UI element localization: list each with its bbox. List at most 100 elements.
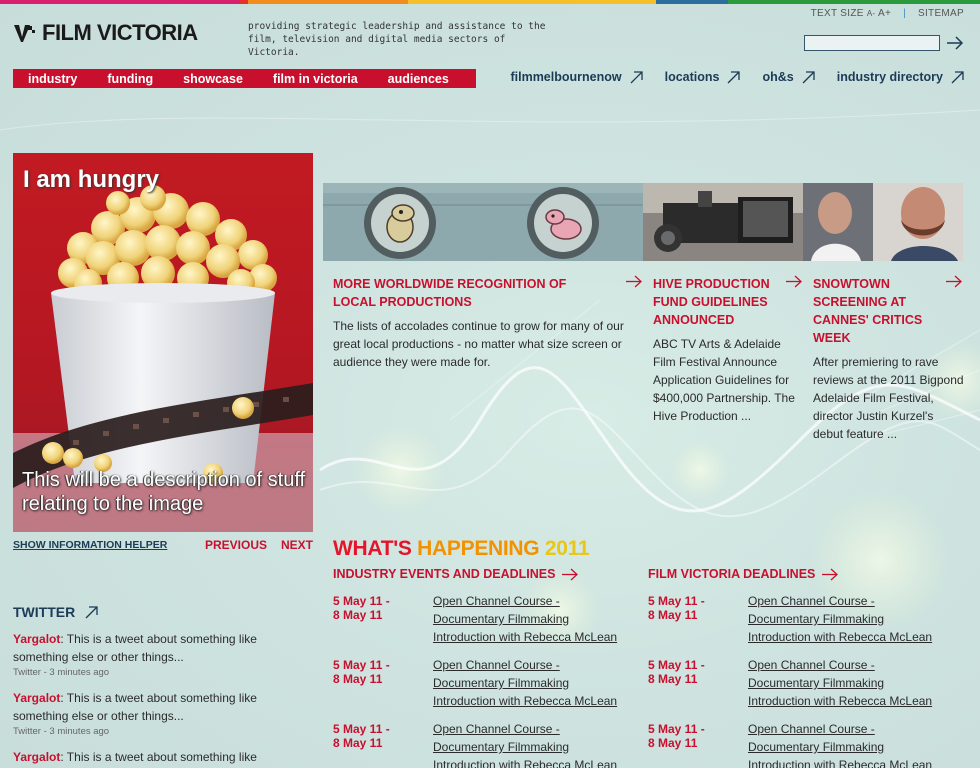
film-victoria-logo[interactable]: FILM VICTORIA [14,20,198,46]
whats-happening-title: WHAT'S HAPPENING 2011 [333,537,590,561]
event-date-start: 5 May 11 - [648,658,705,672]
event-date: 5 May 11 -8 May 11 [648,658,748,722]
hero-feature[interactable]: I am hungry This will be a description o… [13,153,313,532]
previous-button[interactable]: PREVIOUS [205,538,267,552]
actors-image [803,183,963,261]
news-image-camera[interactable] [643,183,803,261]
arrow-right-icon[interactable] [946,275,962,288]
utility-bar: TEXT SIZE A- A+ | SITEMAP [811,8,964,19]
tweet-text-line: Yargalot: This is a tweet about somethin… [13,748,293,766]
twitter-title: TWITTER [13,604,76,620]
external-arrow-icon [802,70,815,83]
whats-happening-part2: HAPPENING [417,537,540,560]
news-item[interactable]: SNOWTOWN SCREENING AT CANNES' CRITICS WE… [813,275,965,443]
nav-showcase[interactable]: showcase [168,72,258,86]
news-item[interactable]: MORE WORLDWIDE RECOGNITION OF LOCAL PROD… [333,275,648,371]
event-title-link[interactable]: Open Channel Course - Documentary Filmma… [433,720,628,768]
text-larger-button[interactable]: A+ [878,8,891,19]
external-arrow-icon [85,605,98,618]
text-size-control: TEXT SIZE A- A+ [811,8,891,19]
tweet-user-link[interactable]: Yargalot [13,750,60,764]
whats-happening-part1: WHAT'S [333,537,412,560]
event-title-link[interactable]: Open Channel Course - Documentary Filmma… [748,592,943,658]
text-smaller-button[interactable]: A- [867,9,876,18]
tweet-user-link[interactable]: Yargalot [13,632,60,646]
event-date-start: 5 May 11 - [333,658,390,672]
external-arrow-icon [630,70,643,83]
arrow-right-icon[interactable] [626,275,642,288]
industry-events-heading[interactable]: INDUSTRY EVENTS AND DEADLINES [333,567,579,581]
sitemap-link[interactable]: SITEMAP [918,8,964,19]
search-input[interactable] [804,35,940,51]
twitter-header[interactable]: TWITTER [13,604,98,620]
news-body: ABC TV Arts & Adelaide Film Festival Ann… [653,337,795,423]
film-camera-image [643,183,803,261]
news-title[interactable]: SNOWTOWN SCREENING AT CANNES' CRITICS WE… [813,275,938,347]
show-information-helper-link[interactable]: SHOW INFORMATION HELPER [13,539,167,551]
nav-filmmelbournenow[interactable]: filmmelbournenow [510,70,643,84]
event-row: 5 May 11 -8 May 11 Open Channel Course -… [648,658,948,722]
tweet-text-line: Yargalot: This is a tweet about somethin… [13,689,293,725]
event-date-end: 8 May 11 [648,672,698,686]
hero-controls: SHOW INFORMATION HELPER PREVIOUS NEXT [13,538,313,552]
fv-deadlines-list: 5 May 11 -8 May 11 Open Channel Course -… [648,594,948,768]
nav-locations[interactable]: locations [665,70,741,84]
nav-ohs[interactable]: oh&s [762,70,815,84]
event-title-link[interactable]: Open Channel Course - Documentary Filmma… [748,656,943,722]
event-date-start: 5 May 11 - [333,594,390,608]
utility-separator: | [903,8,906,19]
event-row: 5 May 11 -8 May 11 Open Channel Course -… [648,594,948,658]
nav-film-in-victoria[interactable]: film in victoria [258,72,373,86]
tweet-item: Yargalot: This is a tweet about somethin… [13,748,293,766]
news-image-cartoon[interactable] [323,183,643,261]
tweet-text: : This is a tweet about something like [60,750,257,764]
event-row: 5 May 11 -8 May 11 Open Channel Course -… [333,658,633,722]
nav-locations-label: locations [664,70,720,84]
event-row: 5 May 11 -8 May 11 Open Channel Course -… [333,594,633,658]
logo-text: FILM VICTORIA [42,20,198,45]
event-date: 5 May 11 -8 May 11 [333,594,433,658]
event-title-link[interactable]: Open Channel Course - Documentary Filmma… [748,720,943,768]
news-image-actors[interactable] [803,183,963,261]
external-arrow-icon [951,70,964,83]
news-title[interactable]: HIVE PRODUCTION FUND GUIDELINES ANNOUNCE… [653,275,778,329]
event-date-end: 8 May 11 [648,608,698,622]
event-title-link[interactable]: Open Channel Course - Documentary Filmma… [433,592,628,658]
text-size-label: TEXT SIZE [810,8,864,19]
tweet-item: Yargalot: This is a tweet about somethin… [13,689,293,737]
nav-industry-directory-label: industry directory [836,70,943,84]
event-date-start: 5 May 11 - [648,594,705,608]
event-date: 5 May 11 -8 May 11 [333,722,433,768]
fv-deadlines-heading[interactable]: FILM VICTORIA DEADLINES [648,567,839,581]
nav-audiences[interactable]: audiences [373,72,464,86]
arrow-right-icon[interactable] [786,275,802,288]
nav-ohs-label: oh&s [762,70,794,84]
arrow-right-icon [822,568,839,580]
hero-pagination: PREVIOUS NEXT [205,538,313,552]
nav-funding[interactable]: funding [92,72,168,86]
event-date-end: 8 May 11 [333,672,383,686]
industry-events-list: 5 May 11 -8 May 11 Open Channel Course -… [333,594,633,768]
search-submit-icon[interactable] [946,34,964,52]
nav-industry[interactable]: industry [13,72,92,86]
event-title-link[interactable]: Open Channel Course - Documentary Filmma… [433,656,628,722]
next-button[interactable]: NEXT [281,538,313,552]
whats-happening-part3: 2011 [544,537,590,560]
news-images [323,183,963,261]
news-body: The lists of accolades continue to grow … [333,319,624,369]
nav-industry-directory[interactable]: industry directory [837,70,964,84]
event-date-end: 8 May 11 [648,736,698,750]
secondary-nav: filmmelbournenow locations oh&s industry… [510,70,964,84]
news-body: After premiering to rave reviews at the … [813,355,964,441]
top-color-strip [0,0,980,4]
external-arrow-icon [728,70,741,83]
tweet-user-link[interactable]: Yargalot [13,691,60,705]
main-nav: industry funding showcase film in victor… [13,69,476,88]
news-item[interactable]: HIVE PRODUCTION FUND GUIDELINES ANNOUNCE… [653,275,803,425]
hero-description: This will be a description of stuff rela… [22,469,306,515]
nav-filmmelbournenow-label: filmmelbournenow [510,70,622,84]
tweet-list: Yargalot: This is a tweet about somethin… [13,630,293,768]
event-date: 5 May 11 -8 May 11 [333,658,433,722]
event-row: 5 May 11 -8 May 11 Open Channel Course -… [648,722,948,768]
news-title[interactable]: MORE WORLDWIDE RECOGNITION OF LOCAL PROD… [333,275,608,311]
